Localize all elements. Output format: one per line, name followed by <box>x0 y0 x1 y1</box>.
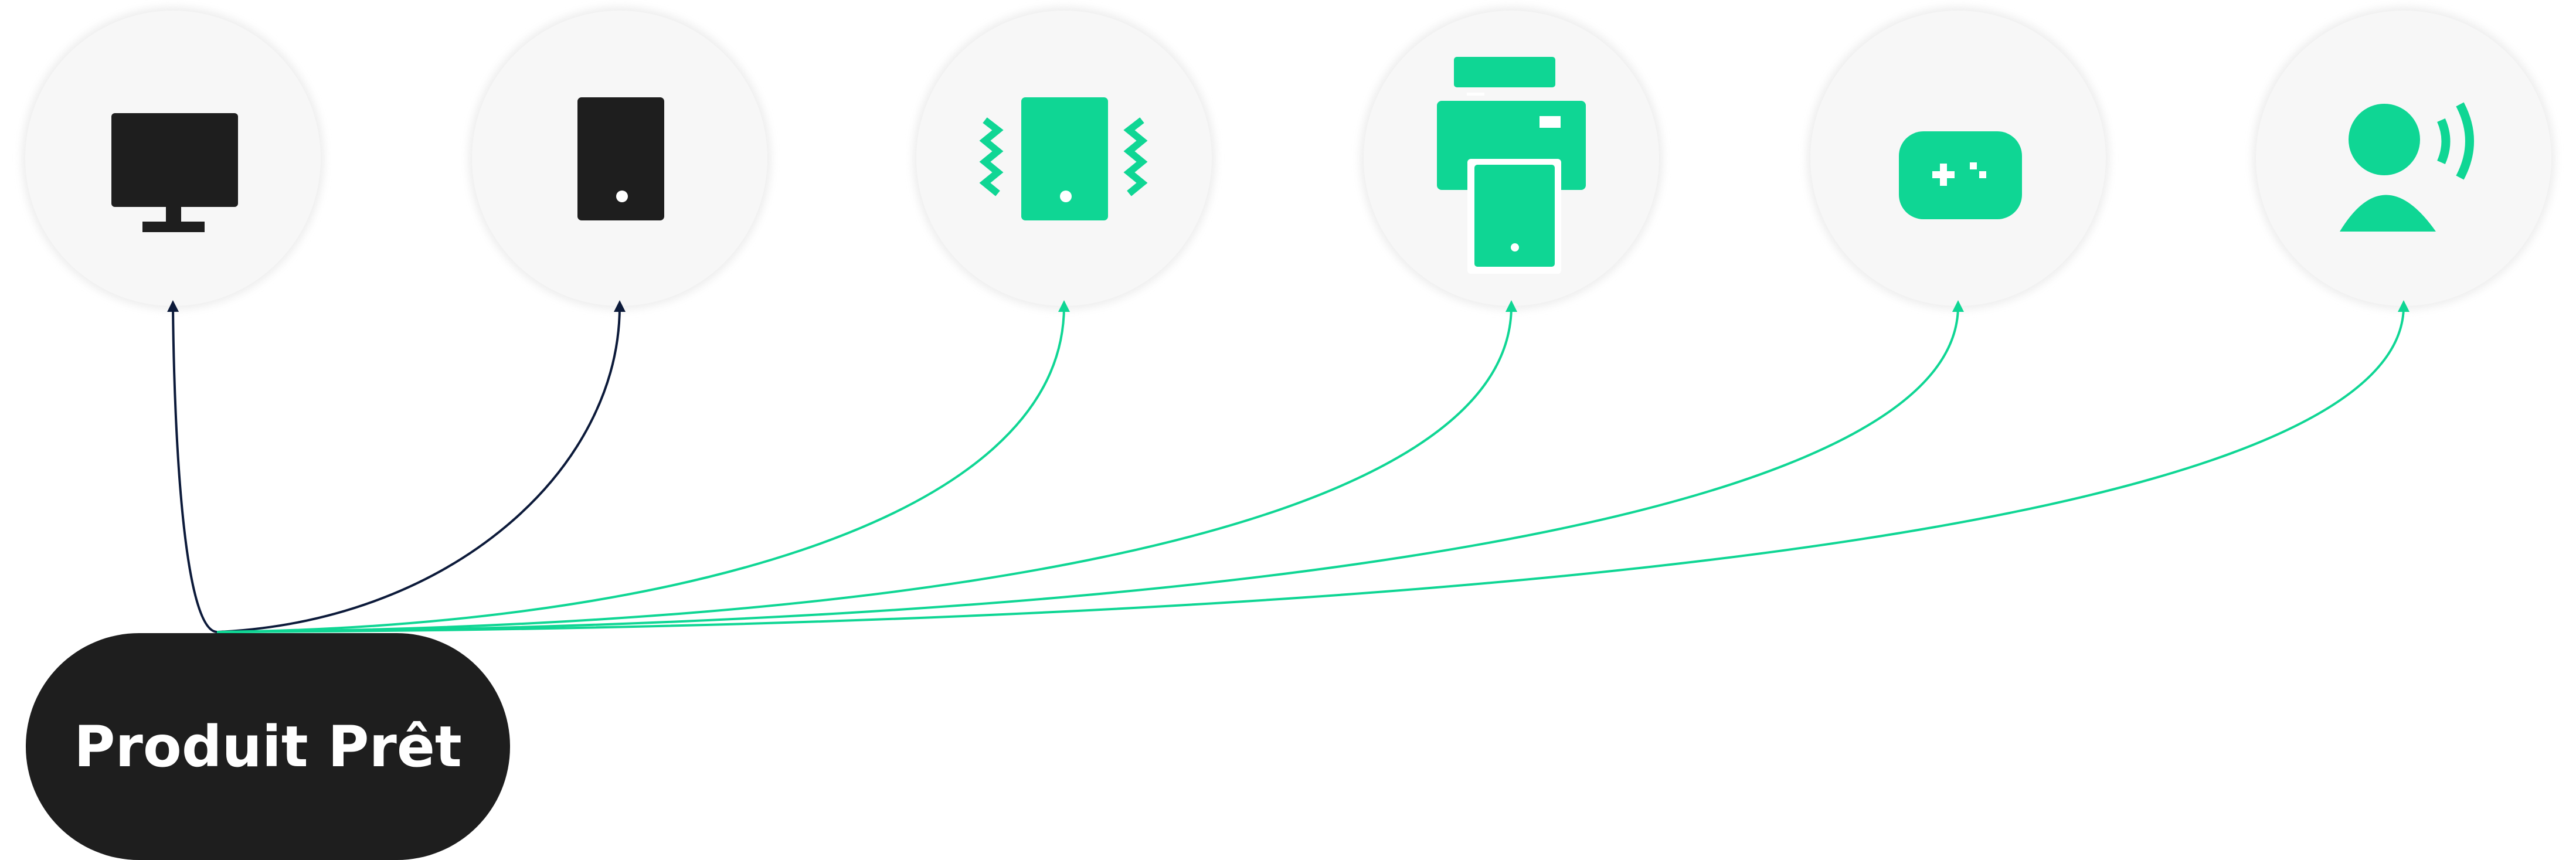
connector-printer <box>216 300 1517 633</box>
device-circles <box>22 7 2555 310</box>
product-label: Produit Prêt <box>74 714 462 780</box>
connector-tablet <box>216 300 626 633</box>
gamepad-icon <box>1899 131 2022 219</box>
tablet-icon <box>577 97 664 220</box>
connector-vibrating-phone <box>216 300 1070 633</box>
connector-voice-assistant <box>216 300 2410 633</box>
device-diagram: Produit Prêt <box>22 7 2555 860</box>
connector-gamepad <box>216 300 1964 633</box>
connector-monitor <box>167 300 218 633</box>
connector-lines <box>167 300 2410 633</box>
product-node: Produit Prêt <box>26 633 510 860</box>
